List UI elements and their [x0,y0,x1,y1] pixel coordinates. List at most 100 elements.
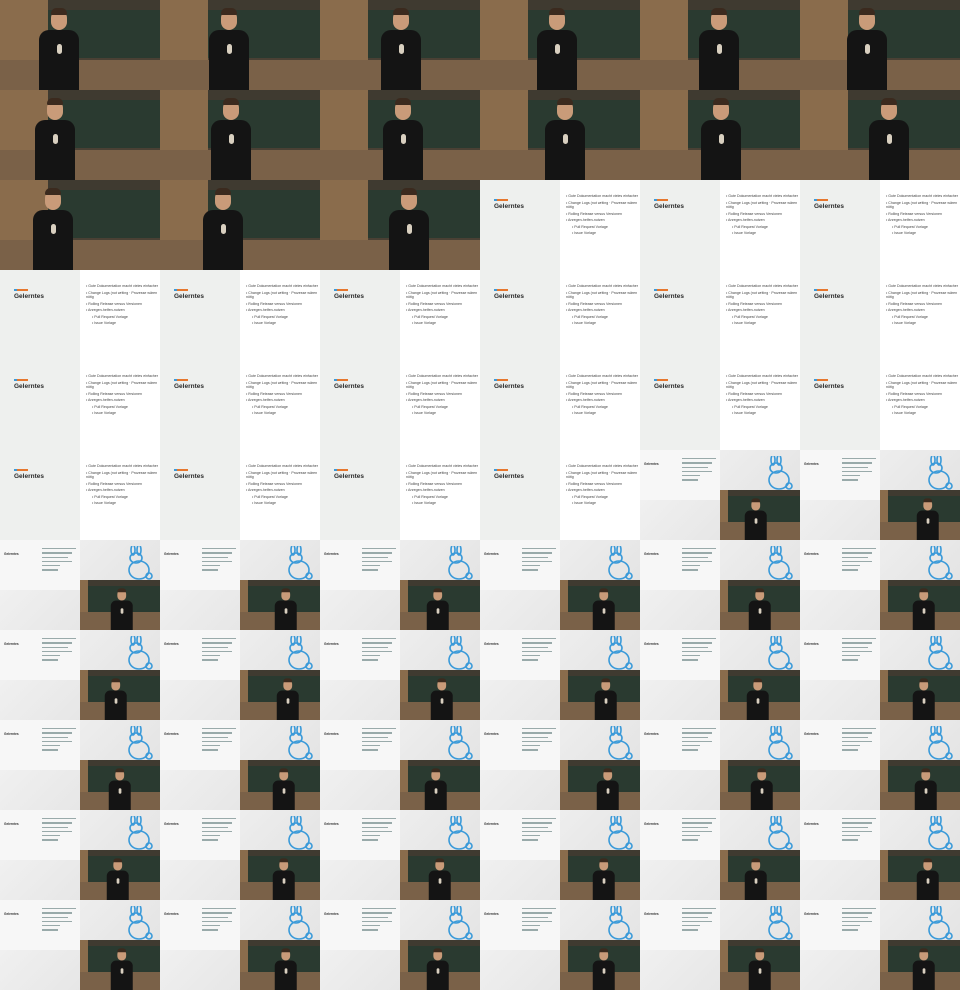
speaker-shirt [545,120,585,180]
speaker-shirt [383,120,423,180]
pip-speaker-video [560,760,640,810]
lightbulb-print-icon [116,878,120,884]
speaker-figure [274,674,302,720]
slide-bullet: • Rolling Release versus Versionen [726,211,782,216]
video-frame-slide: Gelerntes • Gute Dokumentation macht viel… [320,450,480,540]
wall [800,90,848,150]
pip-speaker-video [720,490,800,540]
speaker-figure [746,584,774,630]
slide-bullet: • Pull Request Vorlage [412,494,448,499]
lightbulb-print-icon [286,698,290,704]
speaker-hair [751,858,761,863]
video-frame-pip: Gelerntes [480,900,640,990]
title-accent-bar-blue [14,469,17,471]
speaker-figure [914,494,942,540]
pip-text-line [682,749,698,751]
lightbulb-print-icon [229,134,234,144]
slide-bullet: • Issue Vorlage [572,411,597,416]
pip-slide-title: Gelerntes [324,822,339,826]
speaker-figure [426,854,454,900]
slide-bullet: • Rolling Release versus Versionen [726,301,782,306]
pip-slide-text-lines [202,908,238,934]
pip-speaker-video [880,490,960,540]
rabbit-illustration-icon [608,726,633,760]
video-frame-speaker [480,0,640,90]
pip-text-line [682,822,712,824]
wall [80,850,88,882]
video-frame-pip: Gelerntes [0,630,160,720]
speaker-shirt [211,120,251,180]
pip-speaker-video [720,940,800,990]
video-frame-pip: Gelerntes [0,720,160,810]
rabbit-illustration-icon [288,726,313,760]
rabbit-illustration-icon [128,816,153,850]
pip-text-line [682,835,700,837]
slide-bullet: • Anregen-helfen-nutzen [886,218,925,223]
slide-title: Gelerntes [494,383,524,390]
video-frame-pip: Gelerntes [480,720,640,810]
pip-text-line [842,826,868,828]
pip-text-line [842,642,872,644]
pip-slide-thumbnail: Gelerntes [800,540,880,590]
slide-bullet: • Gute Dokumentation macht vieles einfac… [726,374,798,378]
video-frame-slide: Gelerntes • Gute Dokumentation macht viel… [160,270,320,360]
speaker-hair [215,188,231,195]
speaker-figure [742,854,770,900]
title-accent-bar-blue [14,289,17,291]
pip-slide-title: Gelerntes [324,912,339,916]
speaker-hair [283,678,293,683]
speaker-figure [910,674,938,720]
frame-contact-sheet: Gelerntes • Gute Dokumentation macht viel… [0,0,960,990]
pip-text-line [202,749,218,751]
pip-text-line [682,839,698,841]
pip-slide-title: Gelerntes [644,822,659,826]
pip-text-line [682,552,712,554]
slide-bullet: • Gute Dokumentation macht vieles einfac… [566,284,638,288]
wall [880,760,888,792]
pip-slide-text-lines [682,818,718,844]
pip-slide-thumbnail: Gelerntes [160,810,240,860]
pip-text-line [362,728,396,730]
speaker-hair [47,98,63,105]
slide-bullet: • Rolling Release versus Versionen [566,481,622,486]
speaker-shirt [847,30,887,90]
slide-bullet: • Anregen-helfen-nutzen [406,488,445,493]
speaker-figure [424,944,452,990]
speaker-figure [590,854,618,900]
pip-text-line [842,470,872,473]
slide-bullet: • Rolling Release versus Versionen [86,301,142,306]
pip-text-line [682,458,716,460]
speaker-figure [424,584,452,630]
lightbulb-print-icon [440,698,444,704]
pip-text-line [522,638,556,640]
slide-bullet: • Change Logs (not writing · Prozesse wä… [246,290,318,299]
slide-bullet: • Anregen-helfen-nutzen [566,398,605,403]
pip-slide-text-lines [842,458,878,484]
pip-text-line [842,745,860,747]
pip-text-line [682,642,712,644]
lightbulb-print-icon [284,608,288,614]
video-frame-slide: Gelerntes • Gute Dokumentation macht viel… [320,270,480,360]
speaker-hair [221,8,237,15]
pip-speaker-video [240,580,320,630]
pip-text-line [682,818,716,820]
slide-bullet: • Rolling Release versus Versionen [566,301,622,306]
pip-speaker-video [720,670,800,720]
pip-text-line [522,925,540,927]
lightbulb-print-icon [887,134,892,144]
video-frame-speaker [0,180,160,270]
pip-slide-thumbnail: Gelerntes [640,450,720,500]
pip-text-line [682,736,708,738]
speaker-figure [102,674,130,720]
slide-bullet: • Issue Vorlage [732,321,757,326]
pip-slide-title: Gelerntes [804,822,819,826]
slide-bullet: • Issue Vorlage [412,321,437,326]
speaker-shirt [33,210,73,270]
slide-bullet: • Pull Request Vorlage [572,224,608,229]
speaker-figure [696,90,746,180]
title-accent-bar-blue [494,199,497,201]
slide-title: Gelerntes [814,383,844,390]
pip-text-line [42,749,58,751]
pip-text-line [202,822,232,824]
speaker-shirt [699,30,739,90]
